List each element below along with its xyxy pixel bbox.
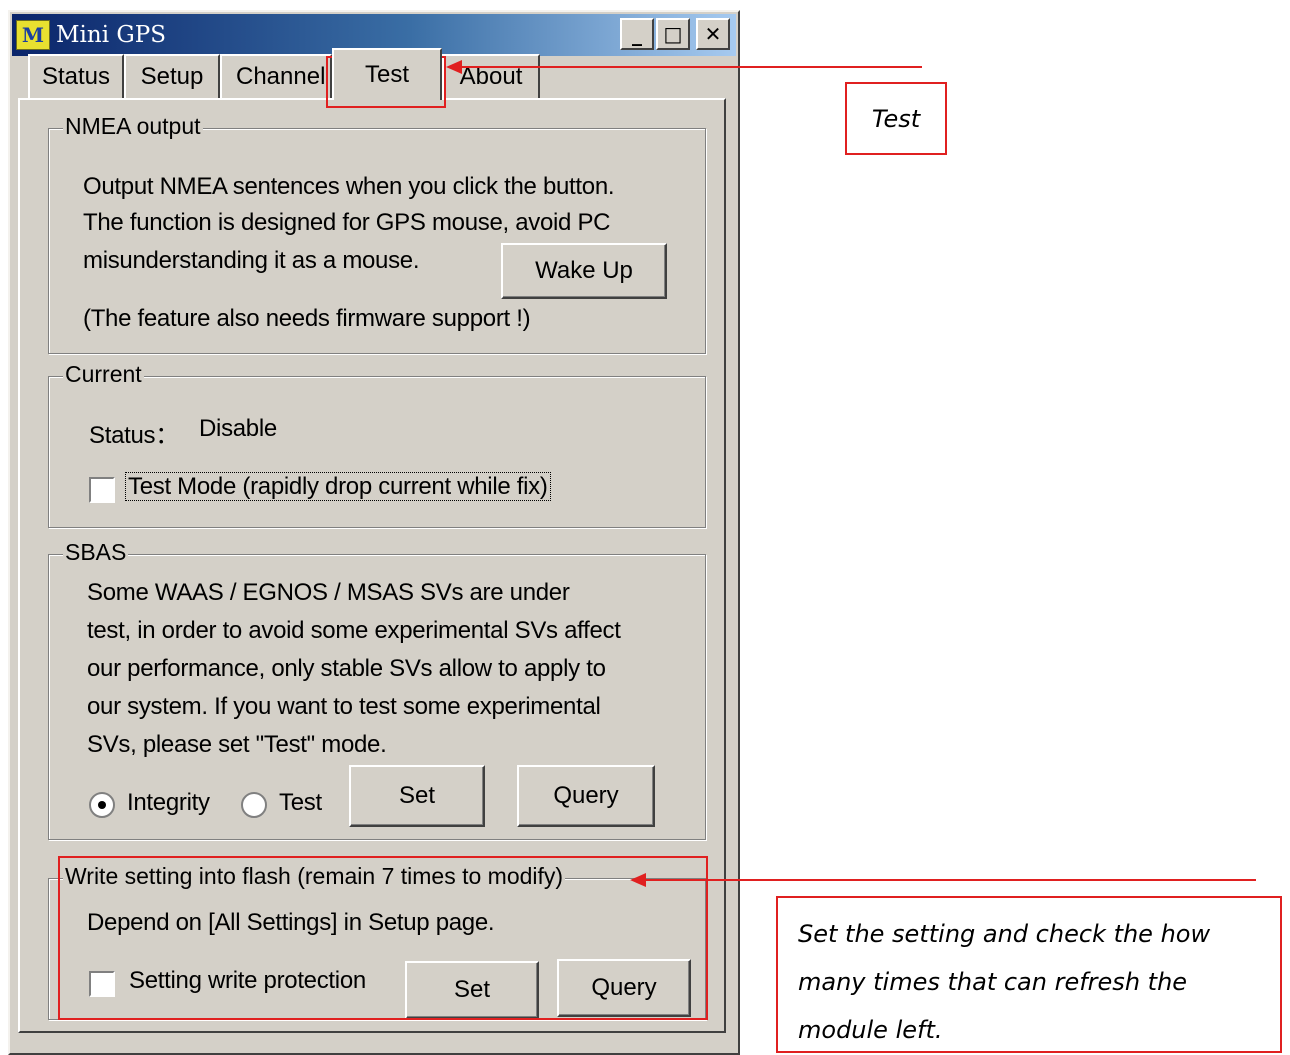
sbas-description-line-4: our system. If you want to test some exp…	[87, 693, 601, 720]
current-status-label: Status：	[89, 422, 179, 449]
tab-test[interactable]: Test	[332, 48, 442, 100]
sbas-legend: SBAS	[63, 539, 129, 566]
flash-write-highlight	[58, 856, 708, 1020]
test-radio-label[interactable]: Test	[279, 789, 322, 817]
nmea-output-legend: NMEA output	[63, 113, 203, 140]
test-callout-text: Test	[871, 104, 921, 133]
test-mode-checkbox[interactable]	[89, 477, 115, 503]
current-legend: Current	[63, 361, 144, 388]
tab-channel[interactable]: Channel	[220, 54, 332, 98]
sbas-group: SBAS Some WAAS / EGNOS / MSAS SVs are un…	[48, 539, 706, 840]
test-radio[interactable]	[241, 792, 267, 818]
wake-up-button[interactable]: Wake Up	[501, 243, 667, 299]
nmea-firmware-note: (The feature also needs firmware support…	[83, 305, 531, 332]
minimize-button[interactable]: _	[620, 18, 654, 50]
window-title: Mini GPS	[56, 22, 166, 48]
radio-selected-dot	[98, 801, 106, 809]
integrity-radio[interactable]	[89, 792, 115, 818]
sbas-description-line-5: SVs, please set "Test" mode.	[87, 731, 387, 758]
nmea-output-group: NMEA output Output NMEA sentences when y…	[48, 113, 706, 354]
app-logo-icon: M	[16, 20, 50, 50]
flash-callout-line-3: module left.	[798, 1016, 943, 1044]
tab-about[interactable]: About	[442, 54, 540, 98]
sbas-description-line-1: Some WAAS / EGNOS / MSAS SVs are under	[87, 579, 570, 606]
sbas-description-line-2: test, in order to avoid some experimenta…	[87, 617, 621, 644]
integrity-radio-label[interactable]: Integrity	[127, 789, 210, 817]
close-button[interactable]: ✕	[696, 18, 730, 50]
current-group: Current Status： Disable Test Mode (rapid…	[48, 361, 706, 528]
nmea-description-line-1: Output NMEA sentences when you click the…	[83, 173, 615, 200]
nmea-description-line-2: The function is designed for GPS mouse, …	[83, 209, 611, 236]
test-mode-label-text: Test Mode (rapidly drop current while fi…	[125, 472, 551, 501]
sbas-query-button[interactable]: Query	[517, 765, 655, 827]
nmea-description-line-3: misunderstanding it as a mouse.	[83, 247, 420, 274]
test-mode-label[interactable]: Test Mode (rapidly drop current while fi…	[125, 472, 551, 501]
maximize-button[interactable]: □	[656, 18, 690, 50]
flash-callout-line-2: many times that can refresh the	[798, 968, 1188, 996]
current-status-value: Disable	[199, 415, 277, 442]
tab-setup[interactable]: Setup	[124, 54, 220, 98]
sbas-description-line-3: our performance, only stable SVs allow t…	[87, 655, 606, 682]
flash-callout: Set the setting and check the how many t…	[776, 896, 1282, 1053]
sbas-set-button[interactable]: Set	[349, 765, 485, 827]
flash-callout-line-1: Set the setting and check the how	[798, 920, 1211, 948]
tab-status[interactable]: Status	[28, 54, 124, 98]
test-callout: Test	[845, 82, 947, 155]
